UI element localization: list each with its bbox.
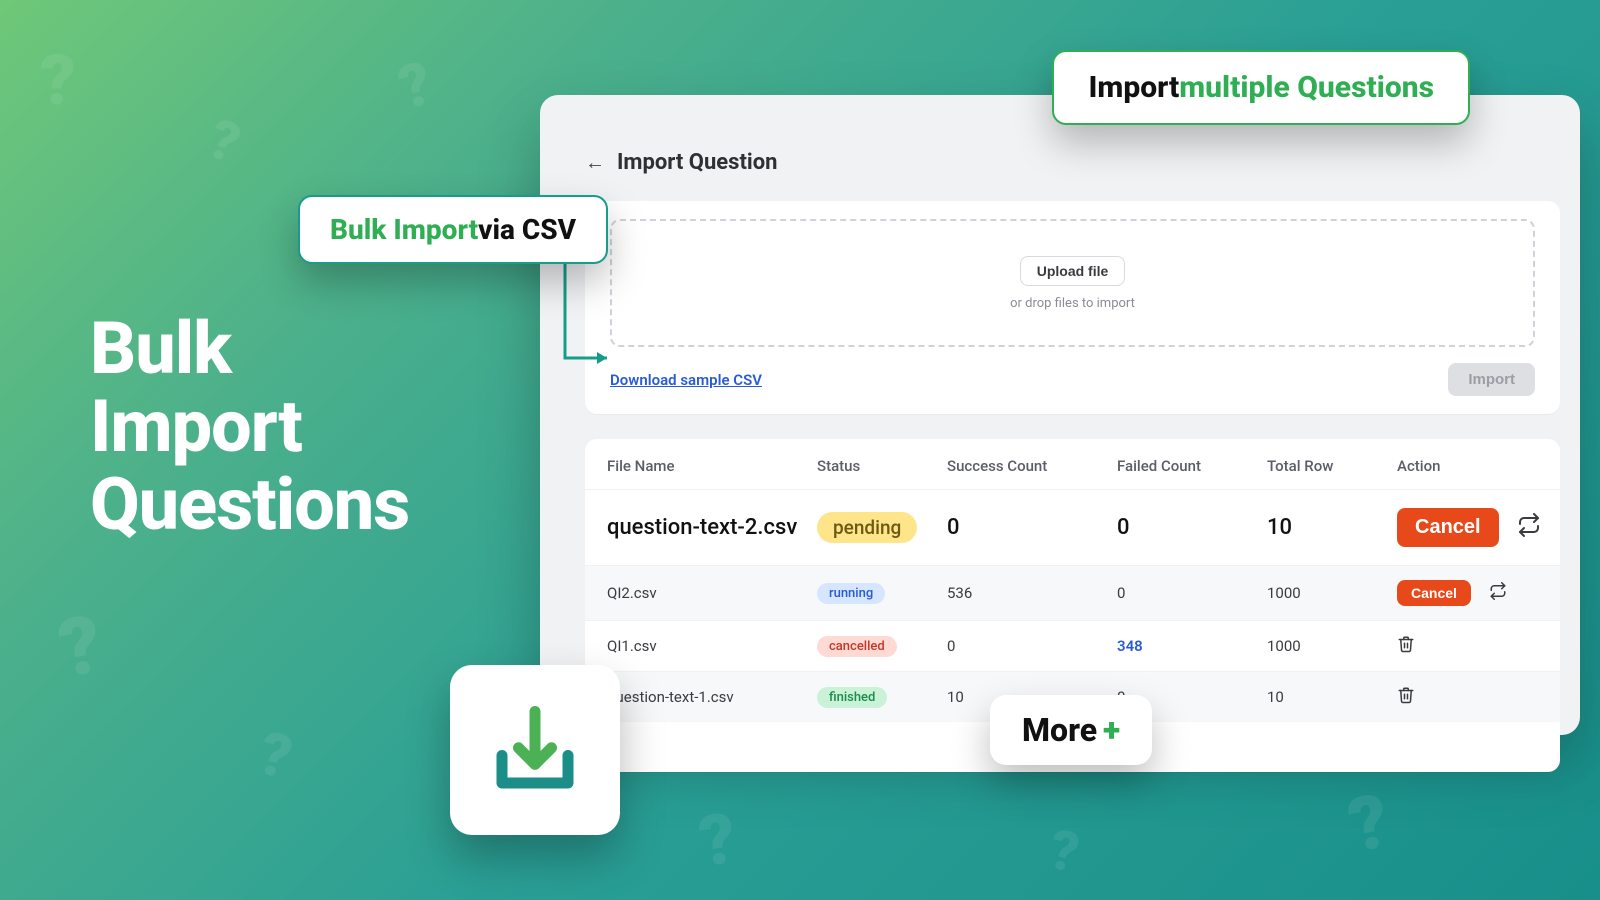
download-icon-card bbox=[450, 665, 620, 835]
upload-card: Upload file or drop files to import Down… bbox=[585, 201, 1560, 414]
cell-action: Cancel bbox=[1397, 580, 1560, 606]
table-row: QI1.csvcancelled 03481000 bbox=[585, 620, 1560, 671]
delete-icon[interactable] bbox=[1397, 635, 1415, 657]
plus-icon: + bbox=[1103, 711, 1120, 749]
delete-icon[interactable] bbox=[1397, 686, 1415, 708]
import-button[interactable]: Import bbox=[1448, 363, 1535, 396]
callout-csv-suffix: via CSV bbox=[478, 213, 576, 246]
dropzone[interactable]: Upload file or drop files to import bbox=[610, 219, 1535, 347]
cell-action bbox=[1397, 635, 1560, 657]
cell-success-count: 536 bbox=[947, 584, 1117, 602]
cell-status: pending bbox=[817, 512, 947, 543]
cancel-button[interactable]: Cancel bbox=[1397, 508, 1499, 547]
import-panel: ← Import Question Upload file or drop fi… bbox=[540, 95, 1580, 735]
col-success: Success Count bbox=[947, 457, 1117, 475]
cell-failed-count: 0 bbox=[1117, 584, 1267, 602]
download-icon bbox=[480, 695, 590, 805]
cell-total-row: 1000 bbox=[1267, 637, 1397, 655]
hero-line-1: Bulk bbox=[90, 310, 409, 388]
panel-title: Import Question bbox=[617, 150, 777, 175]
cell-total-row: 10 bbox=[1267, 515, 1397, 540]
table-header-row: File Name Status Success Count Failed Co… bbox=[585, 439, 1560, 489]
callout-more-label: More bbox=[1022, 711, 1097, 749]
cell-file-name: question-text-2.csv bbox=[607, 515, 817, 540]
cancel-button[interactable]: Cancel bbox=[1397, 580, 1471, 606]
cell-file-name: question-text-1.csv bbox=[607, 688, 817, 706]
callout-bulk-import-csv: Bulk Import via CSV bbox=[298, 195, 608, 264]
callout-import-multiple: Import multiple Questions bbox=[1052, 50, 1470, 125]
cell-success-count: 0 bbox=[947, 515, 1117, 540]
cell-total-row: 10 bbox=[1267, 688, 1397, 706]
col-status: Status bbox=[817, 457, 947, 475]
cell-failed-count: 0 bbox=[1117, 515, 1267, 540]
hero-line-2: Import bbox=[90, 388, 409, 466]
col-action: Action bbox=[1397, 457, 1560, 475]
hero-title: Bulk Import Questions bbox=[90, 310, 409, 543]
col-total: Total Row bbox=[1267, 457, 1397, 475]
cell-failed-count[interactable]: 348 bbox=[1117, 637, 1267, 655]
col-failed: Failed Count bbox=[1117, 457, 1267, 475]
hero-line-3: Questions bbox=[90, 466, 409, 544]
callout-top-accent: multiple Questions bbox=[1179, 70, 1434, 105]
status-badge: pending bbox=[817, 512, 917, 543]
retry-icon[interactable] bbox=[1489, 582, 1507, 604]
retry-icon[interactable] bbox=[1517, 513, 1541, 543]
cell-status: running bbox=[817, 583, 947, 604]
cell-file-name: QI1.csv bbox=[607, 637, 817, 655]
panel-header: ← Import Question bbox=[540, 150, 1580, 193]
drop-hint: or drop files to import bbox=[1010, 296, 1135, 311]
status-badge: cancelled bbox=[817, 636, 897, 657]
table-row: question-text-2.csvpending0010Cancel bbox=[585, 489, 1560, 565]
table-row: QI2.csvrunning 53601000Cancel bbox=[585, 565, 1560, 620]
cell-success-count: 0 bbox=[947, 637, 1117, 655]
cell-status: finished bbox=[817, 687, 947, 708]
cell-action bbox=[1397, 686, 1560, 708]
download-sample-link[interactable]: Download sample CSV bbox=[610, 371, 762, 389]
callout-more: More + bbox=[990, 695, 1152, 765]
cell-status: cancelled bbox=[817, 636, 947, 657]
cell-file-name: QI2.csv bbox=[607, 584, 817, 602]
cell-action: Cancel bbox=[1397, 508, 1560, 547]
upload-file-button[interactable]: Upload file bbox=[1020, 256, 1126, 286]
callout-top-prefix: Import bbox=[1088, 70, 1179, 105]
status-badge: running bbox=[817, 583, 885, 604]
col-file: File Name bbox=[607, 457, 817, 475]
callout-csv-accent: Bulk Import bbox=[330, 213, 478, 246]
cell-total-row: 1000 bbox=[1267, 584, 1397, 602]
back-arrow-icon[interactable]: ← bbox=[585, 150, 605, 175]
status-badge: finished bbox=[817, 687, 887, 708]
